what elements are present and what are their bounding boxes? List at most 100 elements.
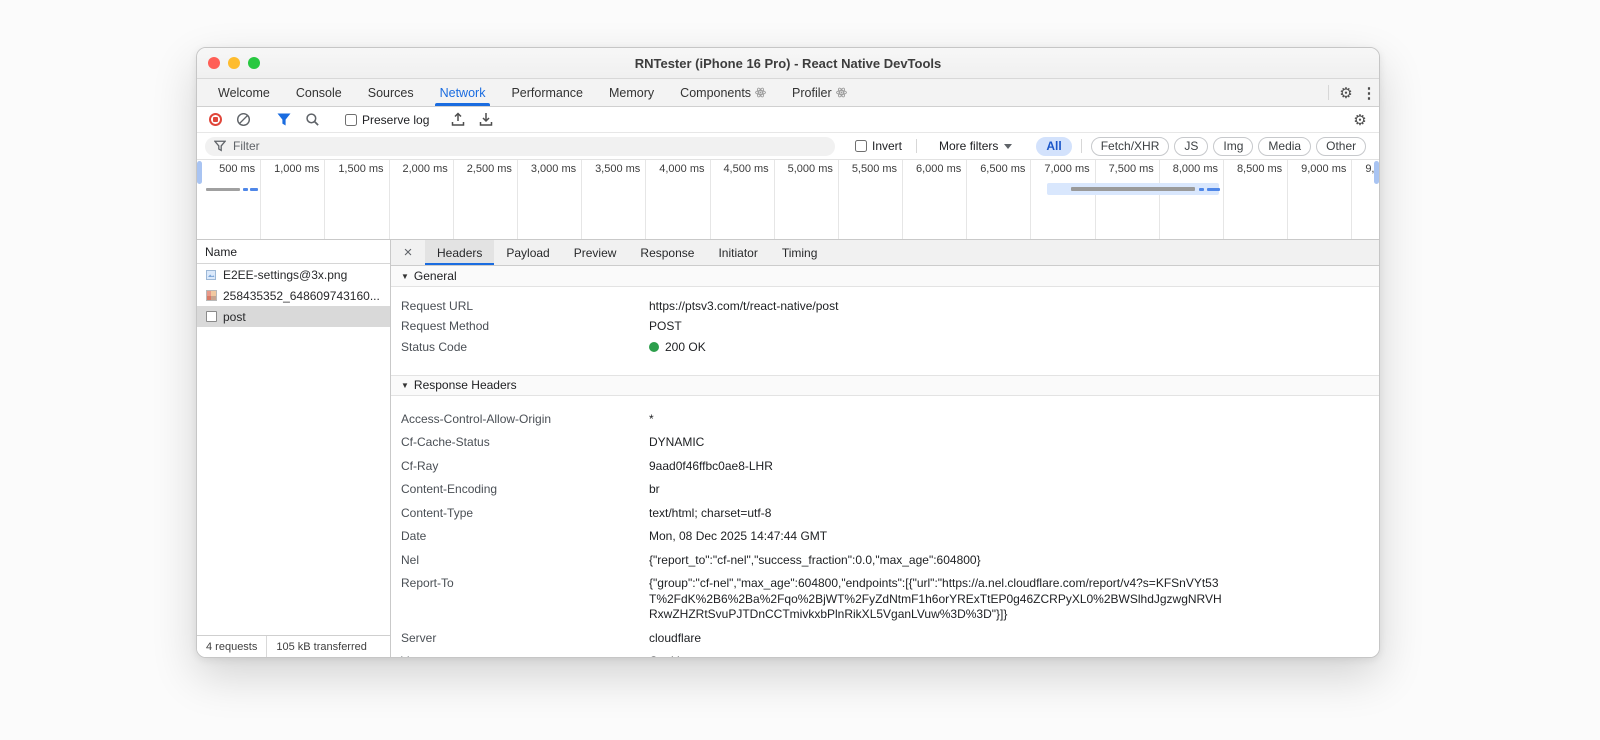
tab-label: Console: [295, 85, 342, 100]
waterfall-bar: [1071, 187, 1195, 191]
header-row: Cf-Ray 9aad0f46ffbc0ae8-LHR: [391, 455, 1379, 479]
divider: [1080, 139, 1082, 153]
request-detail-pane: × Headers Payload Preview Response Initi…: [391, 240, 1379, 657]
general-section-header[interactable]: ▼ General: [391, 266, 1379, 287]
filter-pill-fetch-xhr[interactable]: Fetch/XHR: [1090, 136, 1170, 156]
tab-sources[interactable]: Sources: [355, 79, 427, 106]
header-name: Cf-Cache-Status: [401, 435, 490, 449]
header-row: Cf-Cache-Status DYNAMIC: [391, 431, 1379, 455]
image-file-icon: [205, 269, 217, 281]
tick-label: 2,500 ms: [454, 160, 518, 239]
request-row-e2ee-settings[interactable]: E2EE-settings@3x.png: [197, 264, 390, 285]
name-column-header[interactable]: Name: [197, 240, 390, 264]
tab-label: Components: [680, 85, 752, 100]
filter-input[interactable]: [233, 139, 826, 153]
checkbox-unchecked[interactable]: [855, 140, 867, 152]
tick-label: 2,000 ms: [390, 160, 454, 239]
detail-tab-timing[interactable]: Timing: [770, 240, 830, 265]
header-row: Vary Cookie: [391, 650, 1379, 657]
filter-pill-media[interactable]: Media: [1258, 136, 1312, 156]
detail-tab-payload[interactable]: Payload: [494, 240, 561, 265]
header-row: Content-Type text/html; charset=utf-8: [391, 502, 1379, 526]
detail-tab-preview[interactable]: Preview: [562, 240, 629, 265]
image-thumbnail-icon: [205, 290, 217, 302]
header-value: text/html; charset=utf-8: [649, 505, 772, 520]
tick-label: 1,500 ms: [325, 160, 390, 239]
clear-network-log-button[interactable]: [231, 109, 255, 131]
header-name: Server: [401, 630, 437, 645]
header-row: Access-Control-Allow-Origin *: [391, 408, 1379, 432]
tick-label: 9,000 ms: [1288, 160, 1353, 239]
request-name: 258435352_648609743160...: [223, 288, 380, 303]
more-filters-dropdown[interactable]: More filters: [931, 139, 1020, 153]
filter-input-container[interactable]: [205, 136, 835, 156]
header-value: Cookie: [649, 654, 686, 657]
tab-label: Memory: [609, 85, 655, 100]
invert-label: Invert: [872, 139, 903, 153]
waterfall-bar: [1199, 188, 1204, 191]
network-overview-timeline[interactable]: 500 ms 1,000 ms 1,500 ms 2,000 ms 2,500 …: [197, 160, 1379, 240]
triangle-down-icon: ▼: [401, 380, 409, 390]
header-name: Request URL: [401, 298, 474, 313]
filter-pill-all[interactable]: All: [1036, 136, 1072, 156]
tab-welcome[interactable]: Welcome: [205, 79, 283, 106]
record-network-log-button[interactable]: [203, 109, 227, 131]
filter-funnel-icon[interactable]: [272, 109, 296, 131]
tab-components[interactable]: Components: [667, 79, 779, 106]
detail-tab-initiator[interactable]: Initiator: [706, 240, 769, 265]
header-row: Nel {"report_to":"cf-nel","success_fract…: [391, 549, 1379, 573]
filter-pill-img[interactable]: Img: [1213, 136, 1254, 156]
status-code-value: 200 OK: [649, 340, 706, 356]
overview-right-handle[interactable]: [1374, 161, 1379, 184]
network-panel-content: Name E2EE-settings@3x.png 258435352_6486…: [197, 240, 1379, 657]
more-options-kebab-icon[interactable]: ⋮: [1359, 79, 1379, 106]
request-type-filters: All Fetch/XHR JS Img Media Other: [1036, 133, 1367, 159]
tab-profiler[interactable]: Profiler: [779, 79, 860, 106]
tab-console[interactable]: Console: [283, 79, 355, 106]
section-title: General: [413, 269, 457, 283]
preserve-log-label: Preserve log: [362, 112, 430, 127]
tab-memory[interactable]: Memory: [596, 79, 667, 106]
header-value: br: [649, 482, 660, 496]
react-atom-icon: [755, 87, 766, 98]
waterfall-bar: [250, 188, 258, 191]
overview-left-handle[interactable]: [197, 161, 202, 184]
request-row-post[interactable]: post: [197, 306, 390, 327]
filter-pill-js[interactable]: JS: [1174, 136, 1209, 156]
window-title: RNTester (iPhone 16 Pro) - React Native …: [634, 55, 942, 71]
waterfall-bar: [206, 188, 240, 191]
requests-count: 4 requests: [197, 636, 268, 657]
header-value: Mon, 08 Dec 2025 14:47:44 GMT: [649, 529, 828, 543]
search-icon[interactable]: [300, 109, 324, 131]
header-value: 9aad0f46ffbc0ae8-LHR: [649, 458, 773, 473]
header-name: Content-Encoding: [401, 482, 498, 496]
header-value: 200 OK: [665, 339, 706, 354]
tab-label: Performance: [511, 85, 584, 100]
close-detail-icon[interactable]: ×: [391, 240, 425, 265]
network-settings-gear-icon[interactable]: ⚙: [1347, 111, 1373, 129]
checkbox-unchecked[interactable]: [345, 113, 357, 126]
header-name: Cf-Ray: [401, 458, 439, 473]
header-name: Report-To: [401, 576, 454, 590]
export-har-icon[interactable]: [474, 109, 498, 131]
header-row: Date Mon, 08 Dec 2025 14:47:44 GMT: [391, 525, 1379, 549]
request-row-258435352[interactable]: 258435352_648609743160...: [197, 285, 390, 306]
tab-performance[interactable]: Performance: [498, 79, 596, 106]
header-name: Status Code: [401, 339, 468, 354]
tick-label: 5,000 ms: [775, 160, 839, 239]
tick-label: 4,500 ms: [711, 160, 775, 239]
preserve-log-checkbox[interactable]: Preserve log: [341, 109, 429, 131]
devtools-window: RNTester (iPhone 16 Pro) - React Native …: [196, 47, 1380, 658]
detail-tab-response[interactable]: Response: [628, 240, 706, 265]
invert-checkbox[interactable]: Invert: [855, 139, 902, 153]
filter-pill-other[interactable]: Other: [1316, 136, 1367, 156]
response-headers-section-header[interactable]: ▼ Response Headers: [391, 374, 1379, 396]
tick-label: 5,500 ms: [839, 160, 904, 239]
detail-tab-headers[interactable]: Headers: [425, 240, 495, 265]
header-row: Report-To {"group":"cf-nel","max_age":60…: [391, 572, 1379, 627]
triangle-down-icon: ▼: [401, 271, 409, 281]
timeline-ticks: 500 ms 1,000 ms 1,500 ms 2,000 ms 2,500 …: [197, 160, 1379, 239]
import-har-icon[interactable]: [446, 109, 470, 131]
settings-gear-icon[interactable]: ⚙: [1333, 79, 1359, 106]
tab-network[interactable]: Network: [427, 79, 499, 106]
